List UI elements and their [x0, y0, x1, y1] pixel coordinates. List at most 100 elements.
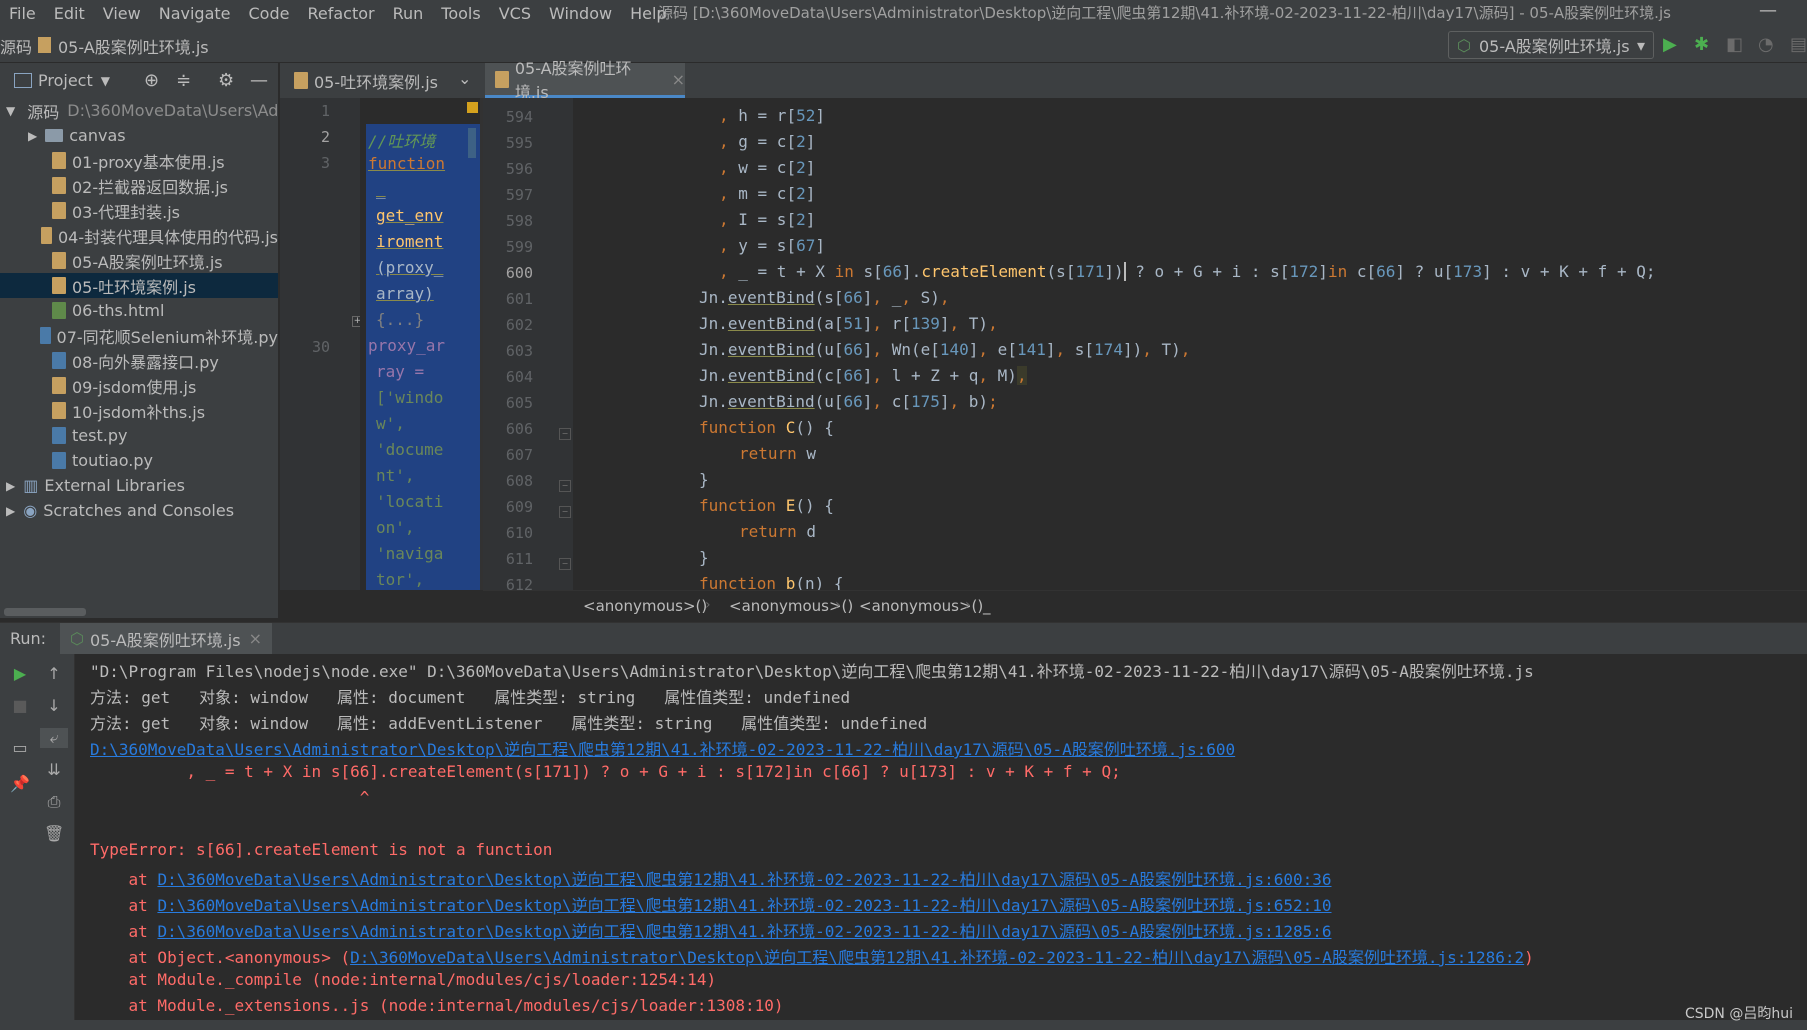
stack-suffix: )	[1524, 948, 1534, 967]
warning-marker[interactable]	[467, 102, 478, 113]
run-tab[interactable]: ⬡ 05-A股案例吐环境.js ×	[60, 623, 272, 654]
fold-icon[interactable]: −	[559, 506, 571, 518]
arrow-up-icon[interactable]: ↑	[44, 664, 64, 684]
menu-vcs[interactable]: VCS	[490, 4, 540, 23]
arrow-down-icon[interactable]: ↓	[44, 696, 64, 716]
tree-item[interactable]: 05-A股案例吐环境.js	[0, 248, 278, 273]
js-file-icon	[52, 177, 66, 194]
locate-icon[interactable]: ⊕	[144, 70, 159, 91]
layout-icon[interactable]: ▭	[10, 738, 30, 758]
menu-window[interactable]: Window	[540, 4, 621, 23]
folder-icon	[45, 129, 64, 142]
tree-item[interactable]: 10-jsdom补ths.js	[0, 398, 278, 423]
console-error-caret: ^	[90, 788, 370, 807]
menu-edit[interactable]: Edit	[45, 4, 94, 23]
soft-wrap-icon[interactable]: ⤶	[40, 728, 68, 748]
run-configuration-select[interactable]: ⬡ 05-A股案例吐环境.js ▾	[1448, 31, 1654, 59]
tab-list-icon[interactable]: ⌄	[458, 69, 471, 88]
tree-item-label: 10-jsdom补ths.js	[72, 402, 206, 422]
stop-icon[interactable]: ■	[10, 696, 30, 716]
tree-item[interactable]: 04-封装代理具体使用的代码.js	[0, 223, 278, 248]
menu-tools[interactable]: Tools	[432, 4, 489, 23]
run-console-output[interactable]: "D:\Program Files\nodejs\node.exe" D:\36…	[75, 654, 1807, 1030]
fold-icon[interactable]: −	[559, 480, 571, 492]
menu-view[interactable]: View	[94, 4, 150, 23]
editor-code[interactable]: , h = r[52] , g = c[2] , w = c[2] , m = …	[573, 98, 1807, 590]
menu-refactor[interactable]: Refactor	[298, 4, 383, 23]
code-line: _	[376, 180, 386, 199]
tab-05-a-gu[interactable]: 05-A股案例吐环境.js ×	[485, 59, 685, 102]
tree-item[interactable]: toutiao.py	[0, 448, 278, 473]
tree-item-external-libraries[interactable]: ▶ ▥ External Libraries	[0, 473, 278, 498]
tree-item-selected[interactable]: 05-吐环境案例.js	[0, 273, 278, 298]
horizontal-scrollbar[interactable]	[4, 608, 86, 616]
print-icon[interactable]: ⎙	[44, 792, 64, 812]
tree-item[interactable]: 06-ths.html	[0, 298, 278, 323]
breadcrumb-file[interactable]: 05-A股案例吐环境.js	[58, 34, 209, 58]
collapse-icon[interactable]: ≑	[176, 70, 191, 91]
stack-link[interactable]: D:\360MoveData\Users\Administrator\Deskt…	[350, 948, 1524, 967]
code-line: Jn.eventBind(c[66], l + Z + q, M),	[699, 366, 1027, 385]
editor-breadcrumbs: <anonymous>() › <anonymous>() › <anonymo…	[483, 590, 1807, 621]
fold-icon[interactable]: −	[559, 428, 571, 440]
tab-05-tu-huanjing[interactable]: 05-吐环境案例.js	[284, 63, 474, 98]
menu-file[interactable]: File	[0, 4, 45, 23]
code-line: , w = c[2]	[719, 158, 816, 177]
tree-item[interactable]: 09-jsdom使用.js	[0, 373, 278, 398]
stack-link[interactable]: D:\360MoveData\Users\Administrator\Deskt…	[157, 870, 1331, 889]
breadcrumb-item[interactable]: _	[983, 597, 991, 615]
menu-run[interactable]: Run	[384, 4, 433, 23]
tree-item-canvas[interactable]: ▶ canvas	[0, 123, 278, 148]
line-number: 604	[505, 368, 533, 386]
breadcrumb-item[interactable]: <anonymous>()	[583, 597, 707, 615]
menu-navigate[interactable]: Navigate	[150, 4, 240, 23]
html-file-icon	[52, 302, 66, 319]
breadcrumb-root[interactable]: 源码	[0, 34, 32, 58]
split-editor-code[interactable]: //吐环境 function _ get_env iroment (proxy_…	[360, 98, 480, 590]
stack-link[interactable]: D:\360MoveData\Users\Administrator\Deskt…	[157, 922, 1331, 941]
console-error-location-link[interactable]: D:\360MoveData\Users\Administrator\Deskt…	[90, 736, 1235, 760]
fold-icon[interactable]: −	[559, 558, 571, 570]
js-file-icon	[294, 72, 308, 89]
chevron-right-icon[interactable]: ▶	[6, 479, 15, 493]
tree-item[interactable]: test.py	[0, 423, 278, 448]
tree-item[interactable]: 01-proxy基本使用.js	[0, 148, 278, 173]
trash-icon[interactable]: 🗑	[44, 824, 64, 844]
tree-item[interactable]: 02-拦截器返回数据.js	[0, 173, 278, 198]
code-line-folded[interactable]: {...}	[376, 310, 424, 329]
tree-item[interactable]: 08-向外暴露接口.py	[0, 348, 278, 373]
close-icon[interactable]: ×	[672, 70, 685, 89]
line-number: 607	[505, 446, 533, 464]
pin-icon[interactable]: 📌	[10, 774, 30, 794]
js-file-icon	[52, 152, 66, 169]
rerun-icon[interactable]: ▶	[10, 664, 30, 684]
coverage-icon[interactable]: ◧	[1726, 34, 1743, 55]
scrollbar-thumb[interactable]	[468, 128, 476, 158]
code-line: (proxy_	[376, 258, 444, 277]
project-view-label[interactable]: Project	[38, 71, 93, 90]
chevron-right-icon[interactable]: ▶	[28, 129, 37, 143]
stop-icon[interactable]: ▤	[1790, 34, 1807, 55]
code-line: on',	[376, 518, 415, 537]
run-icon[interactable]: ▶	[1663, 34, 1677, 55]
chevron-down-icon[interactable]: ▼	[101, 74, 110, 88]
code-line: get_env	[376, 206, 444, 225]
menu-code[interactable]: Code	[240, 4, 299, 23]
chevron-right-icon[interactable]: ▶	[6, 504, 15, 518]
hide-icon[interactable]: —	[250, 70, 268, 91]
chevron-down-icon[interactable]: ▼	[6, 104, 15, 118]
stack-link[interactable]: D:\360MoveData\Users\Administrator\Deskt…	[157, 896, 1331, 915]
tree-root[interactable]: ▼ 源码 D:\360MoveData\Users\Ad	[0, 98, 278, 123]
profile-icon[interactable]: ◔	[1758, 34, 1774, 55]
scroll-to-end-icon[interactable]: ⇊	[44, 760, 64, 780]
gear-icon[interactable]: ⚙	[218, 70, 234, 91]
close-icon[interactable]: ×	[249, 629, 262, 648]
debug-icon[interactable]: ✱	[1694, 34, 1709, 55]
line-number: 595	[505, 134, 533, 152]
tree-item[interactable]: 07-同花顺Selenium补环境.py	[0, 323, 278, 348]
minimize-button[interactable]: —	[1759, 0, 1777, 21]
tree-item[interactable]: 03-代理封装.js	[0, 198, 278, 223]
tree-item-scratches[interactable]: ▶ ◉ Scratches and Consoles	[0, 498, 278, 523]
python-file-icon	[52, 427, 66, 444]
editor-tabs: 05-吐环境案例.js ⌄ 05-A股案例吐环境.js ×	[280, 59, 1807, 102]
